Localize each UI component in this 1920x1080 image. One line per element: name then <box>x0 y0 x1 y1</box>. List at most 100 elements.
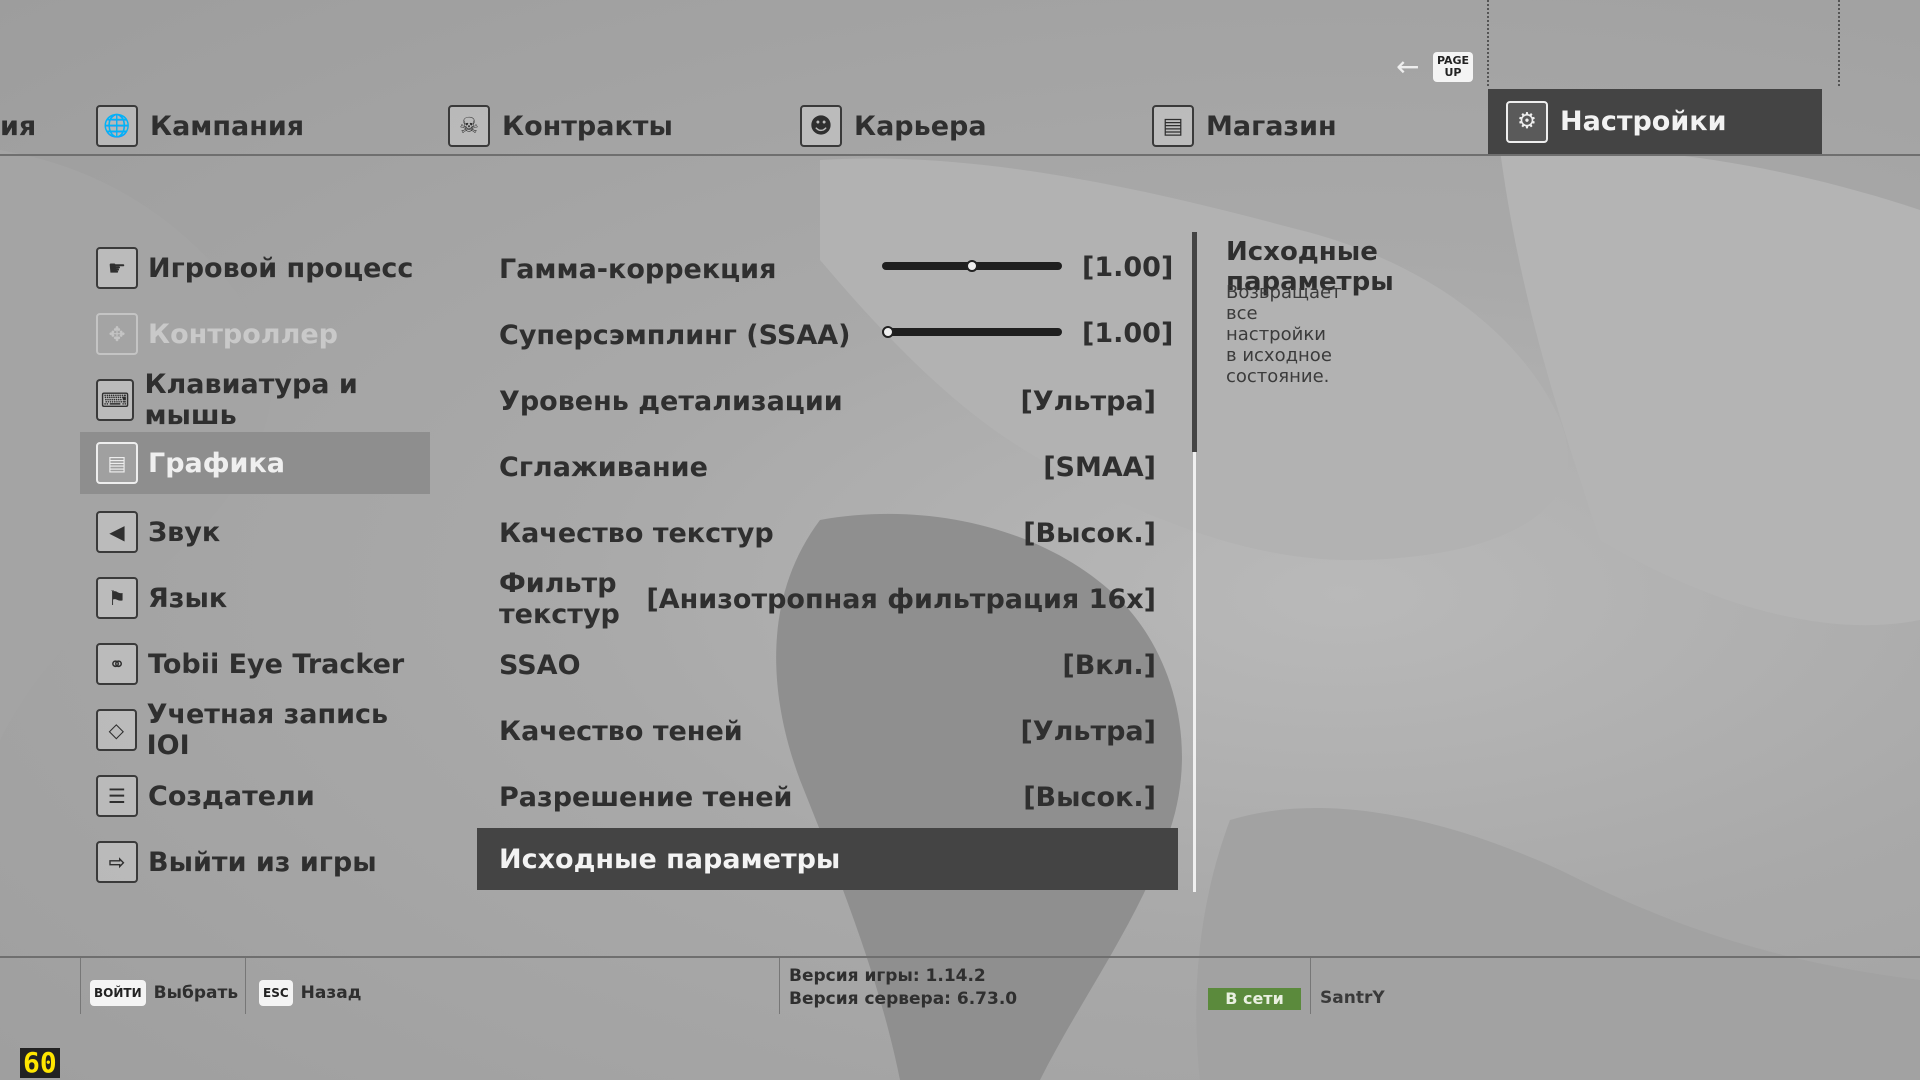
setting-value: [Высок.] <box>1023 781 1156 813</box>
speaker-icon: ◀ <box>96 511 138 553</box>
menu-item-ioi-account[interactable]: ◇ Учетная запись IOI <box>80 699 430 761</box>
description-text: Возвращает все настройки в исходное сост… <box>1226 282 1342 387</box>
back-hint[interactable]: ESC Назад <box>259 980 361 1006</box>
menu-item-label: Клавиатура и мышь <box>144 369 358 431</box>
globe-icon: 🌐 <box>96 105 138 147</box>
skull-icon: ☠ <box>448 105 490 147</box>
setting-label: Фильтр текстур <box>499 568 620 630</box>
slider-knob[interactable] <box>882 326 894 338</box>
menu-item-label: Графика <box>148 447 286 479</box>
back-label: Назад <box>300 983 362 1003</box>
setting-supersampling[interactable]: Суперсэмплинг (SSAA) <box>477 304 1178 366</box>
username: SantrY <box>1320 988 1385 1008</box>
setting-label: Разрешение теней <box>499 781 793 813</box>
menu-item-controller[interactable]: ✥ Контроллер <box>80 303 430 365</box>
graphics-icon: ▤ <box>96 442 138 484</box>
menu-item-label: Игровой процесс <box>148 252 414 284</box>
tab-label: ия <box>0 110 37 142</box>
setting-label: Исходные параметры <box>499 843 841 875</box>
bottom-separator <box>80 958 81 1014</box>
tab-label: Настройки <box>1560 106 1727 137</box>
tab-label: Кампания <box>150 110 305 142</box>
setting-value: [1.00] <box>1082 318 1174 349</box>
controller-icon: ✥ <box>96 313 138 355</box>
setting-antialiasing[interactable]: Сглаживание [SMAA] <box>477 436 1178 498</box>
select-label: Выбрать <box>153 983 239 1003</box>
menu-item-language[interactable]: ⚑ Язык <box>80 567 430 629</box>
top-divider <box>0 154 1920 156</box>
tab-settings[interactable]: ⚙ Настройки <box>1488 89 1822 154</box>
menu-item-label: Звук <box>148 516 221 548</box>
bottom-separator <box>245 958 246 1014</box>
menu-item-exit[interactable]: ⇨ Выйти из игры <box>80 831 430 893</box>
setting-value: [SMAA] <box>1043 451 1156 483</box>
setting-value: [Анизотропная фильтрация 16x] <box>646 583 1156 615</box>
game-version: Версия игры: 1.14.2 <box>789 966 986 986</box>
setting-texture-quality[interactable]: Качество текстур [Высок.] <box>477 502 1178 564</box>
esc-key: ESC <box>259 980 293 1006</box>
setting-ssao[interactable]: SSAO [Вкл.] <box>477 634 1178 696</box>
setting-shadow-quality[interactable]: Качество теней [Ультра] <box>477 700 1178 762</box>
arrow-left-icon[interactable]: ← <box>1396 50 1419 83</box>
setting-shadow-resolution[interactable]: Разрешение теней [Высок.] <box>477 766 1178 828</box>
menu-item-keyboard-mouse[interactable]: ⌨ Клавиатура и мышь <box>80 369 430 431</box>
tab-partial[interactable]: ия <box>0 100 36 152</box>
cart-icon: ▤ <box>1152 105 1194 147</box>
menu-item-graphics[interactable]: ▤ Графика <box>80 432 430 494</box>
scrollbar-thumb[interactable] <box>1192 232 1197 452</box>
page-up-key[interactable]: PAGE UP <box>1433 52 1473 82</box>
setting-reset-defaults[interactable]: Исходные параметры <box>477 828 1178 890</box>
top-navigation: ← PAGE UP ия 🌐 Кампания ☠ Контракты ☻ Ка… <box>0 0 1920 156</box>
bottom-separator <box>779 958 780 1014</box>
setting-value: [Высок.] <box>1023 517 1156 549</box>
setting-label: Суперсэмплинг (SSAA) <box>499 319 851 351</box>
keyboard-icon: ⌨ <box>96 379 135 421</box>
exit-icon: ⇨ <box>96 841 138 883</box>
slider-knob[interactable] <box>966 260 978 272</box>
setting-value: [Вкл.] <box>1062 649 1156 681</box>
bottom-divider <box>0 956 1920 958</box>
menu-item-sound[interactable]: ◀ Звук <box>80 501 430 563</box>
setting-detail-level[interactable]: Уровень детализации [Ультра] <box>477 370 1178 432</box>
ioi-icon: ◇ <box>96 709 137 751</box>
menu-item-tobii[interactable]: ⚭ Tobii Eye Tracker <box>80 633 430 695</box>
setting-label: Качество текстур <box>499 517 774 549</box>
credits-icon: ☰ <box>96 775 138 817</box>
setting-value: [1.00] <box>1082 252 1174 283</box>
menu-item-gameplay[interactable]: ☛ Игровой процесс <box>80 237 430 299</box>
tab-label: Магазин <box>1206 110 1337 142</box>
tab-store[interactable]: ▤ Магазин <box>1152 100 1337 152</box>
menu-item-label: Выйти из игры <box>148 846 377 878</box>
setting-label: Сглаживание <box>499 451 708 483</box>
pistol-icon: ☛ <box>96 247 138 289</box>
menu-item-label: Контроллер <box>148 318 338 350</box>
online-status-badge: В сети <box>1208 988 1301 1010</box>
menu-item-label: Учетная запись IOI <box>146 699 389 761</box>
tab-divider <box>1487 0 1489 86</box>
fps-counter: 60 <box>20 1048 60 1078</box>
menu-item-label: Tobii Eye Tracker <box>148 648 405 680</box>
menu-item-credits[interactable]: ☰ Создатели <box>80 765 430 827</box>
bottom-separator <box>1310 958 1311 1014</box>
tab-label: Карьера <box>854 110 987 142</box>
tab-divider <box>1838 0 1840 86</box>
setting-value: [Ультра] <box>1020 385 1156 417</box>
setting-label: SSAO <box>499 649 581 681</box>
agent-icon: ☻ <box>800 105 842 147</box>
setting-label: Качество теней <box>499 715 743 747</box>
gamma-slider[interactable] <box>882 260 1062 272</box>
gear-icon: ⚙ <box>1506 100 1548 143</box>
flag-icon: ⚑ <box>96 577 138 619</box>
select-hint[interactable]: ВОЙТИ Выбрать <box>90 980 238 1006</box>
eye-tracker-icon: ⚭ <box>96 643 138 685</box>
setting-gamma[interactable]: Гамма-коррекция <box>477 238 1178 300</box>
enter-key: ВОЙТИ <box>90 980 146 1006</box>
menu-item-label: Язык <box>148 582 228 614</box>
tab-contracts[interactable]: ☠ Контракты <box>448 100 673 152</box>
supersampling-slider[interactable] <box>882 326 1062 338</box>
tab-campaign[interactable]: 🌐 Кампания <box>96 100 304 152</box>
setting-value: [Ультра] <box>1020 715 1156 747</box>
tab-career[interactable]: ☻ Карьера <box>800 100 987 152</box>
menu-item-label: Создатели <box>148 780 315 812</box>
setting-texture-filter[interactable]: Фильтр текстур [Анизотропная фильтрация … <box>477 568 1178 630</box>
